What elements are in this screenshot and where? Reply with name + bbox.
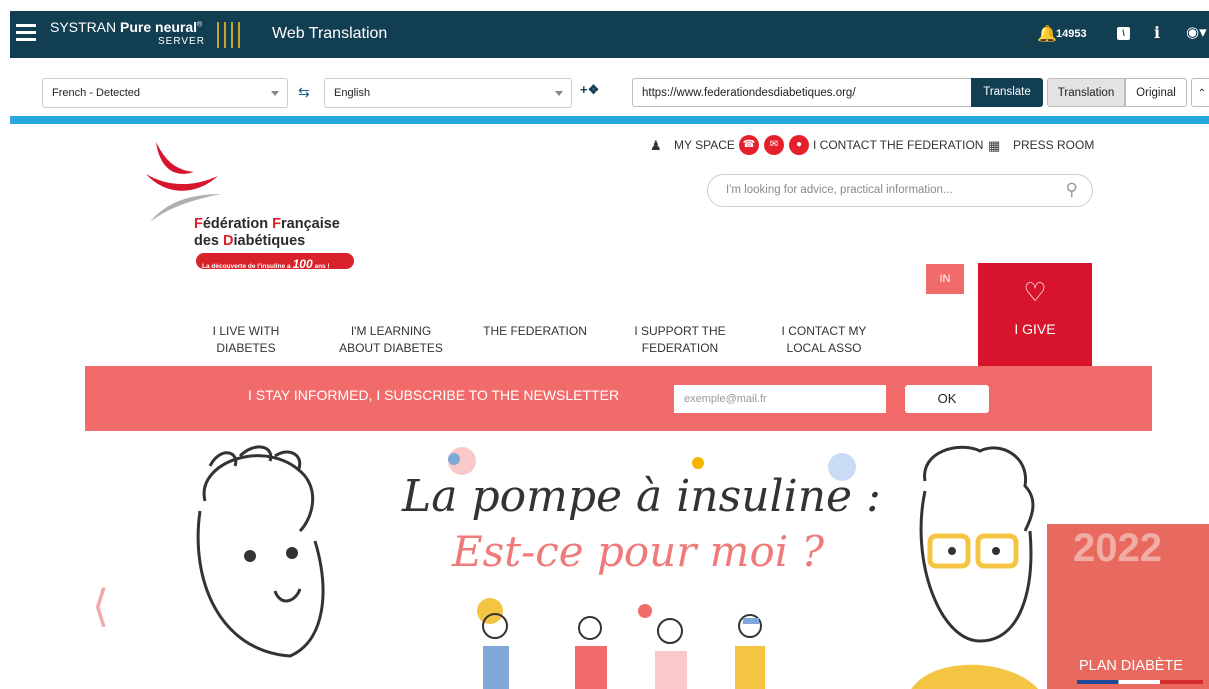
press-room-link[interactable]: PRESS ROOM [1013, 138, 1094, 152]
newsletter-ok-button[interactable]: OK [905, 385, 989, 413]
nav-learning-diabetes[interactable]: I'M LEARNING ABOUT DIABETES [326, 323, 456, 357]
newsletter-text: I STAY INFORMED, I SUBSCRIBE TO THE NEWS… [248, 387, 620, 403]
brand-logo: SYSTRAN Pure neural® SERVER [50, 19, 204, 47]
site-search-input[interactable]: I'm looking for advice, practical inform… [707, 174, 1093, 207]
nav-contact-local-asso[interactable]: I CONTACT MY LOCAL ASSO [764, 323, 884, 357]
logo-title-line2: des Diabétiques [194, 233, 306, 249]
nav-the-federation[interactable]: THE FEDERATION [475, 323, 595, 340]
source-language-value: French - Detected [52, 87, 141, 99]
newsletter-email-input[interactable]: exemple@mail.fr [674, 385, 886, 413]
menu-icon[interactable] [16, 24, 36, 42]
bell-icon[interactable]: 🔔 [1037, 24, 1057, 44]
give-label: I GIVE [1014, 321, 1056, 337]
swap-icon[interactable]: ⇆ [298, 84, 310, 101]
logo-ribbon: La découverte de l'insuline a 100 ans ! [196, 253, 354, 271]
url-input[interactable]: https://www.federationdesdiabetiques.org… [632, 78, 972, 107]
my-space-link[interactable]: MY SPACE [674, 138, 735, 152]
chevron-left-icon[interactable]: ⟨ [92, 581, 109, 632]
plus-info-icon[interactable]: +❖ [580, 82, 599, 98]
brand-server: SERVER [158, 36, 205, 47]
contact-federation-link[interactable]: I CONTACT THE FEDERATION [813, 138, 983, 152]
nav-live-with-diabetes[interactable]: I LIVE WITH DIABETES [196, 323, 296, 357]
plan-flag-stripe [1077, 680, 1203, 684]
login-button[interactable]: IN [926, 264, 964, 294]
heart-icon: ♡ [1023, 277, 1047, 307]
plan-label: PLAN DIABÈTE [1079, 658, 1183, 674]
translated-site-frame: Fédération Française des Diabétiques La … [10, 124, 1209, 689]
logo-title-line1: Fédération Française [194, 216, 340, 232]
nav-support-federation[interactable]: I SUPPORT THE FEDERATION [620, 323, 740, 357]
hero-illustration-right-person [911, 445, 1038, 689]
hero-title-line2: Est-ce pour moi ? [452, 527, 825, 576]
brand-divider-bars [217, 22, 249, 48]
press-icon: ▦ [988, 138, 1001, 153]
app-header: SYSTRAN Pure neural® SERVER Web Translat… [10, 11, 1209, 58]
original-view-button[interactable]: Original [1125, 78, 1187, 107]
brand-reg: ® [197, 21, 203, 29]
app-title: Web Translation [272, 25, 388, 42]
info-icon[interactable]: i [1154, 23, 1160, 42]
chevron-down-icon [271, 91, 279, 96]
notification-count[interactable]: 14953 [1056, 28, 1087, 40]
target-language-select[interactable]: English [324, 78, 572, 108]
source-language-select[interactable]: French - Detected [42, 78, 288, 108]
search-icon[interactable]: ⚲ [1066, 180, 1078, 200]
rss-icon[interactable]: \ [1117, 27, 1130, 40]
mail-icon[interactable]: ✉ [764, 135, 784, 155]
hero-carousel: La pompe à insuline : Est-ce pour moi ? … [10, 431, 1209, 689]
translation-view-button[interactable]: Translation [1047, 78, 1125, 107]
phone-icon[interactable]: ☎ [739, 135, 759, 155]
globe-icon[interactable]: ◉▾ [1186, 23, 1207, 41]
chevron-down-icon [555, 91, 563, 96]
location-icon[interactable]: ● [789, 135, 809, 155]
person-icon: ♟ [650, 138, 662, 153]
hero-illustration-small-people [477, 598, 765, 689]
toolbar-divider [10, 116, 1209, 124]
brand-systran: SYSTRAN [50, 19, 117, 35]
plan-diabete-banner[interactable]: 2022 PLAN DIABÈTE [1047, 524, 1209, 689]
plan-year: 2022 [1073, 526, 1162, 570]
collapse-icon[interactable]: ⌃ [1191, 78, 1209, 107]
hero-title-line1: La pompe à insuline : [402, 471, 881, 522]
hero-illustration-left-person [196, 445, 325, 658]
target-language-value: English [334, 87, 371, 99]
brand-pure-neural: Pure neural [120, 19, 198, 35]
newsletter-band: I STAY INFORMED, I SUBSCRIBE TO THE NEWS… [85, 366, 1152, 431]
translate-button[interactable]: Translate [971, 78, 1043, 107]
site-search-placeholder: I'm looking for advice, practical inform… [726, 184, 953, 196]
